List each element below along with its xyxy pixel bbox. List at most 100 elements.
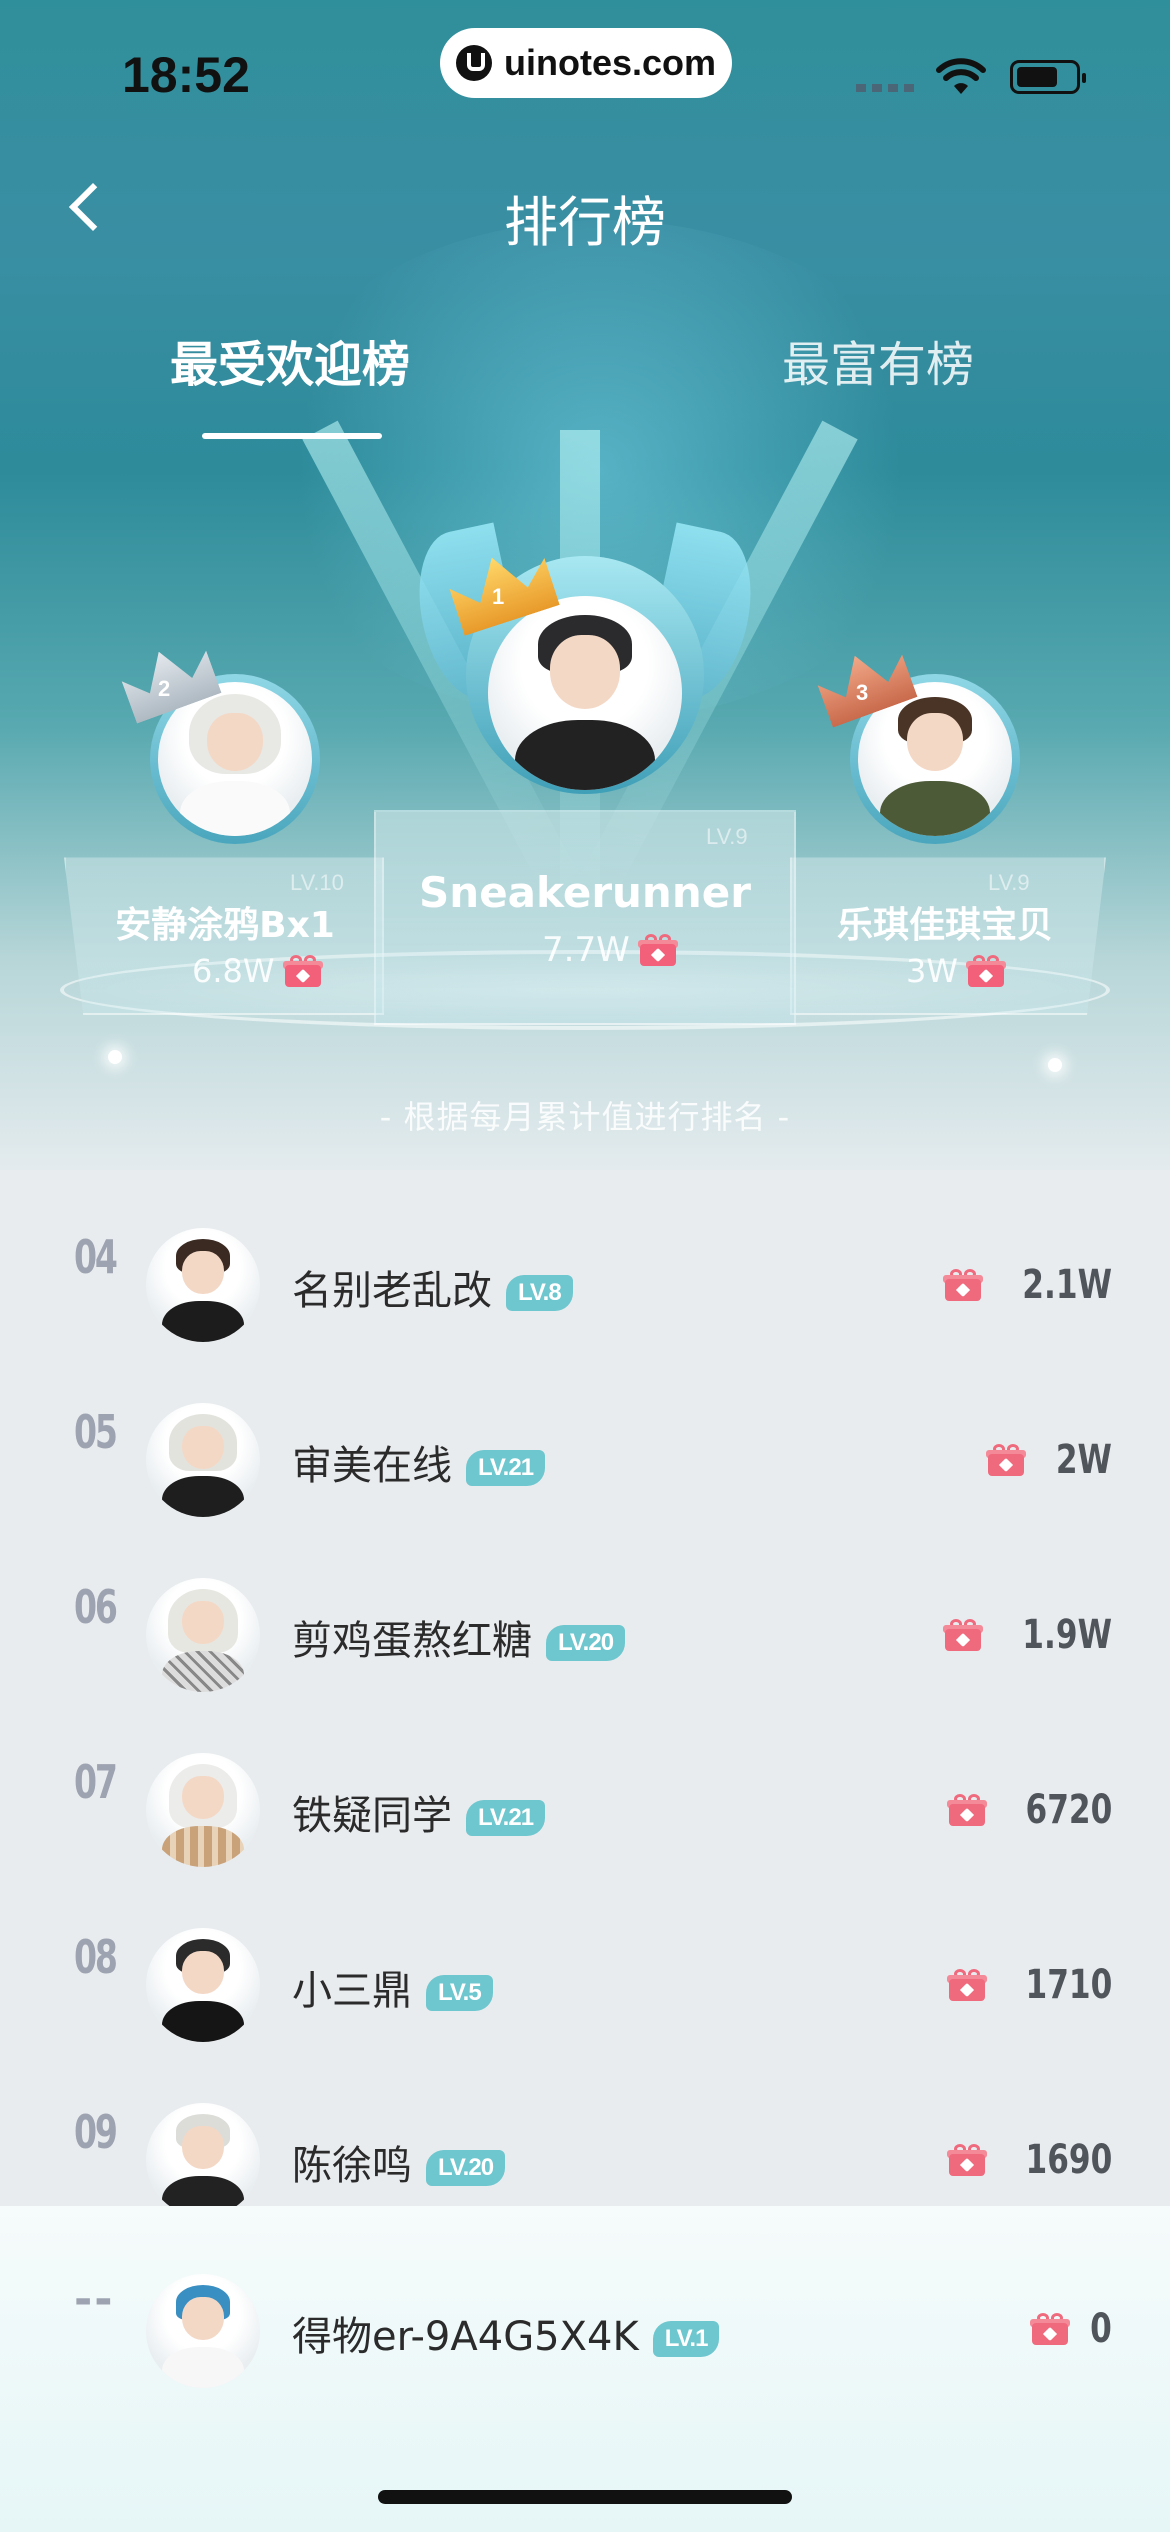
my-score: 0	[1030, 2306, 1112, 2352]
podium-first-score: 7.7W	[542, 930, 678, 970]
avatar-face	[182, 1775, 224, 1820]
score-value: 1690	[1025, 2137, 1112, 2183]
podium-third-level: LV.9	[988, 870, 1030, 895]
rank-number: 09	[74, 2105, 118, 2159]
rank-number: 08	[74, 1930, 118, 1984]
ranking-row[interactable]: 06 剪鸡蛋熬红糖 LV.20 1.9W	[0, 1530, 1170, 1705]
avatar[interactable]	[146, 2103, 260, 2217]
crown-rank-number: 3	[856, 680, 869, 705]
battery-icon	[1010, 60, 1086, 94]
avatar[interactable]	[146, 1928, 260, 2042]
score: 1690	[946, 2137, 1112, 2183]
score-value: 2W	[1055, 1437, 1112, 1483]
sparkle	[1048, 1058, 1062, 1072]
score-value: 0	[1090, 2306, 1112, 2352]
rank-number: 07	[74, 1755, 118, 1809]
score: 2W	[986, 1437, 1112, 1483]
ranking-row[interactable]: 09 陈徐鸣 LV.20 1690	[0, 2055, 1170, 2230]
url-pill[interactable]: uinotes.com	[440, 28, 732, 98]
avatar-first[interactable]	[488, 596, 682, 790]
level-badge: LV.1	[652, 2321, 720, 2357]
my-rank-bar: -- 得物er-9A4G5X4K LV.1 0	[0, 2206, 1170, 2532]
user-name-text: 小三鼎	[292, 1968, 412, 2014]
rank-number: 06	[74, 1580, 118, 1634]
user-name-text: 剪鸡蛋熬红糖	[292, 1618, 532, 1664]
gift-icon	[946, 1969, 987, 2001]
crown-rank-number: 1	[492, 584, 505, 609]
podium-second-score: 6.8W	[192, 952, 323, 990]
podium-third-score-value: 3W	[906, 952, 958, 990]
avatar-face	[550, 634, 620, 709]
level-badge: LV.8	[506, 1275, 573, 1311]
ranking-hint: - 根据每月累计值进行排名 -	[379, 1098, 791, 1136]
avatar-face	[207, 712, 263, 772]
my-rank-row[interactable]: -- 得物er-9A4G5X4K LV.1 0	[0, 2206, 1170, 2388]
avatar-face	[182, 2125, 224, 2170]
ranking-row[interactable]: 04 名别老乱改 LV.8 2.1W	[0, 1180, 1170, 1355]
podium-first-score-value: 7.7W	[542, 930, 630, 970]
user-name-text: 得物er-9A4G5X4K	[292, 2314, 639, 2360]
avatar-body	[161, 1300, 245, 1342]
gift-icon	[943, 1269, 984, 1301]
avatar-face	[182, 2296, 224, 2341]
rank-number: 05	[74, 1405, 118, 1459]
user-name-text: 审美在线	[292, 1443, 452, 1489]
tab-most-popular[interactable]: 最受欢迎榜	[170, 325, 410, 395]
level-badge: LV.20	[426, 2150, 506, 2186]
user-name-text: 名别老乱改	[292, 1268, 492, 1314]
avatar-face	[907, 712, 963, 772]
user-name-text: 陈徐鸣	[292, 2143, 412, 2189]
rank-number: 04	[74, 1230, 118, 1284]
wifi-icon	[936, 58, 986, 94]
my-avatar[interactable]	[146, 2274, 260, 2388]
avatar-body	[515, 720, 655, 790]
avatar-body	[161, 1825, 245, 1867]
user-name[interactable]: 陈徐鸣 LV.20	[292, 2133, 506, 2191]
user-name[interactable]: 审美在线 LV.21	[292, 1433, 546, 1491]
gift-icon	[946, 1794, 987, 1826]
level-badge: LV.5	[426, 1975, 493, 2011]
score: 6720	[946, 1787, 1112, 1833]
avatar-body	[161, 1650, 245, 1692]
gift-icon	[1030, 2313, 1071, 2345]
score: 1.9W	[943, 1612, 1112, 1658]
avatar-body	[879, 780, 991, 836]
score-value: 6720	[1025, 1787, 1112, 1833]
ranking-row[interactable]: 07 铁疑同学 LV.21 6720	[0, 1705, 1170, 1880]
avatar[interactable]	[146, 1753, 260, 1867]
avatar-face	[182, 1600, 224, 1645]
user-name-text: 铁疑同学	[292, 1793, 452, 1839]
ranking-row[interactable]: 05 审美在线 LV.21 2W	[0, 1355, 1170, 1530]
level-badge: LV.21	[466, 1800, 546, 1836]
crown-rank-number: 2	[158, 676, 171, 701]
signal-icon	[856, 84, 916, 92]
gift-icon	[986, 1444, 1027, 1476]
site-logo-icon	[455, 45, 492, 81]
home-indicator[interactable]	[378, 2490, 792, 2504]
podium-second-name[interactable]: 安静涂鸦Bx1	[100, 896, 350, 948]
score-value: 1710	[1025, 1962, 1112, 2008]
gift-icon	[282, 955, 323, 987]
podium-third-name[interactable]: 乐琪佳琪宝贝	[820, 896, 1070, 948]
podium-first-name[interactable]: Sneakerunner	[374, 868, 796, 917]
score: 2.1W	[943, 1262, 1112, 1308]
avatar-face	[182, 1250, 224, 1295]
user-name[interactable]: 名别老乱改 LV.8	[292, 1258, 573, 1316]
user-name[interactable]: 小三鼎 LV.5	[292, 1958, 493, 2016]
tab-richest[interactable]: 最富有榜	[782, 325, 974, 395]
ranking-row[interactable]: 08 小三鼎 LV.5 1710	[0, 1880, 1170, 2055]
gift-icon	[943, 1619, 984, 1651]
user-name[interactable]: 剪鸡蛋熬红糖 LV.20	[292, 1608, 626, 1666]
user-name[interactable]: 铁疑同学 LV.21	[292, 1783, 546, 1841]
score-value: 2.1W	[1022, 1262, 1112, 1308]
avatar[interactable]	[146, 1403, 260, 1517]
podium-second-score-value: 6.8W	[192, 952, 275, 990]
podium-first-level: LV.9	[706, 824, 748, 849]
avatar[interactable]	[146, 1578, 260, 1692]
my-user-name[interactable]: 得物er-9A4G5X4K LV.1	[292, 2304, 720, 2362]
avatar-face	[182, 1425, 224, 1470]
avatar[interactable]	[146, 1228, 260, 1342]
avatar-body	[161, 1475, 245, 1517]
score: 1710	[946, 1962, 1112, 2008]
page-title: 排行榜	[504, 191, 666, 254]
